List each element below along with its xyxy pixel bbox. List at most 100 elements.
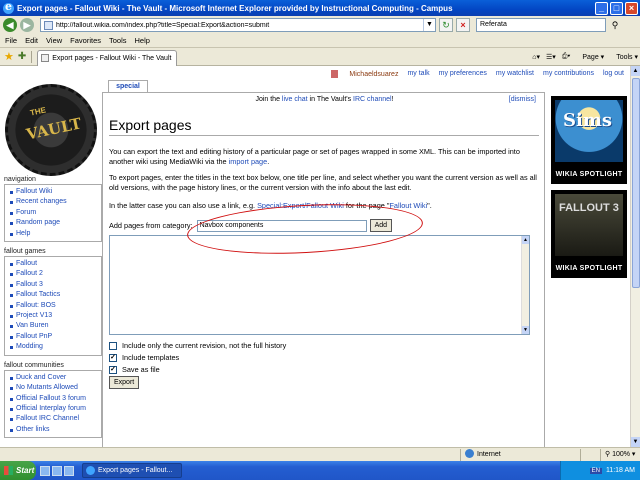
scroll-down-icon[interactable]: ▼ (631, 437, 640, 447)
sidebar-item-official-fallout-3-forum[interactable]: Official Fallout 3 forum (9, 394, 97, 404)
vault-logo[interactable]: THE VAULT (5, 84, 97, 176)
sidebar-item-project-v13[interactable]: Project V13 (9, 311, 97, 321)
sidebar-heading-navigation: navigation (4, 176, 102, 185)
checkbox-current-revision[interactable] (109, 341, 117, 350)
site-notice: Join the live chat in The Vault's IRC ch… (255, 96, 394, 103)
import-page-link[interactable]: import page (229, 157, 268, 166)
quick-launch-icon[interactable] (64, 465, 74, 476)
menu-file[interactable]: File (5, 36, 17, 45)
page-icon (44, 20, 53, 30)
menu-favorites[interactable]: Favorites (70, 36, 101, 45)
tools-menu[interactable]: Tools ▾ (610, 53, 638, 61)
sidebar-item-fallout-irc-channel[interactable]: Fallout IRC Channel (9, 414, 97, 424)
sidebar-item-fallout-tactics[interactable]: Fallout Tactics (9, 290, 97, 300)
tab-export-pages[interactable]: Export pages - Fallout Wiki - The Vault (37, 49, 178, 66)
option-current-revision[interactable]: Include only the current revision, not t… (109, 341, 286, 350)
windows-flag-icon (4, 466, 13, 475)
link-log-out[interactable]: log out (603, 70, 624, 78)
sidebar-item-recent-changes[interactable]: Recent changes (9, 197, 97, 207)
forward-button[interactable]: ▶ (20, 18, 34, 32)
page-menu[interactable]: Page ▾ (576, 53, 604, 61)
link-my-contributions[interactable]: my contributions (543, 70, 594, 78)
favorites-star-icon[interactable]: ★ (4, 50, 14, 63)
fallout3-image: FALLOUT 3 (555, 194, 623, 256)
sidebar-item-fallout-wiki[interactable]: Fallout Wiki (9, 187, 97, 197)
print-icon[interactable]: ⎙▾ (562, 53, 571, 61)
page-scrollbar[interactable]: ▲ ▼ (630, 66, 640, 447)
window-title: Export pages - Fallout Wiki - The Vault … (17, 3, 453, 13)
sidebar: navigation Fallout Wiki Recent changes F… (4, 170, 102, 439)
menu-view[interactable]: View (46, 36, 62, 45)
clock: 11:18 AM (605, 467, 635, 474)
scroll-up-icon[interactable]: ▲ (522, 236, 529, 244)
spotlight-caption: WIKIA SPOTLIGHT (555, 265, 623, 272)
checkbox-include-templates[interactable]: ✓ (109, 353, 117, 362)
system-tray: EN 11:18 AM (560, 461, 640, 480)
sidebar-item-fallout-pnp[interactable]: Fallout PnP (9, 332, 97, 342)
sidebar-item-help[interactable]: Help (9, 229, 97, 239)
minimize-icon[interactable]: _ (595, 1, 608, 15)
sidebar-item-duck-and-cover[interactable]: Duck and Cover (9, 373, 97, 383)
refresh-icon[interactable]: ↻ (439, 18, 453, 32)
content-area: Join the live chat in The Vault's IRC ch… (102, 92, 545, 447)
close-icon[interactable]: × (625, 1, 638, 15)
option-save-as-file[interactable]: ✓ Save as file (109, 365, 160, 374)
sidebar-item-forum[interactable]: Forum (9, 208, 97, 218)
sidebar-item-modding[interactable]: Modding (9, 342, 97, 352)
sidebar-item-no-mutants-allowed[interactable]: No Mutants Allowed (9, 383, 97, 393)
search-icon[interactable]: ⚲ (608, 18, 622, 32)
export-button[interactable]: Export (109, 376, 140, 389)
maximize-icon[interactable]: □ (610, 1, 623, 15)
wikia-spotlight-sims[interactable]: Sims WIKIA SPOTLIGHT (551, 96, 627, 184)
sidebar-item-other-links[interactable]: Other links (9, 425, 97, 435)
title-divider (109, 135, 539, 136)
address-row: ◀ ▶ http://fallout.wikia.com/index.php?t… (0, 16, 640, 34)
menu-help[interactable]: Help (135, 36, 150, 45)
home-icon[interactable]: ⌂▾ (532, 53, 540, 61)
menu-tools[interactable]: Tools (109, 36, 127, 45)
menu-edit[interactable]: Edit (25, 36, 38, 45)
zoom-control[interactable]: ⚲ 100% ▾ (600, 448, 640, 461)
chevron-down-icon[interactable]: ▼ (423, 19, 435, 31)
sidebar-item-random-page[interactable]: Random page (9, 218, 97, 228)
dismiss-link[interactable]: [dismiss] (509, 96, 536, 103)
address-url[interactable]: http://fallout.wikia.com/index.php?title… (56, 22, 423, 29)
quick-launch-icon[interactable] (40, 465, 50, 476)
feeds-icon[interactable]: ☰▾ (546, 53, 556, 61)
stop-icon[interactable]: × (456, 18, 470, 32)
taskbar-item-export-pages[interactable]: Export pages - Fallout... (82, 463, 182, 478)
protected-mode-icon[interactable] (580, 448, 600, 461)
sidebar-item-fallout-2[interactable]: Fallout 2 (9, 269, 97, 279)
intro-paragraph: You can export the text and editing hist… (109, 147, 520, 167)
quick-launch-icon[interactable] (52, 465, 62, 476)
live-chat-link[interactable]: live chat (282, 96, 308, 103)
link-my-talk[interactable]: my talk (407, 70, 429, 78)
add-favorite-icon[interactable]: ✚ (18, 51, 26, 62)
back-button[interactable]: ◀ (3, 18, 17, 32)
command-bar: ⌂▾ ☰▾ ⎙▾ Page ▾ Tools ▾ (526, 53, 638, 61)
start-button[interactable]: Start (0, 461, 36, 480)
sidebar-item-fallout[interactable]: Fallout (9, 259, 97, 269)
textarea-scrollbar[interactable]: ▲ ▼ (521, 236, 529, 334)
link-my-watchlist[interactable]: my watchlist (496, 70, 534, 78)
user-link[interactable]: Michaeldsuarez (322, 70, 398, 78)
irc-channel-link[interactable]: IRC channel (353, 96, 392, 103)
scroll-down-icon[interactable]: ▼ (522, 326, 529, 334)
address-bar[interactable]: http://fallout.wikia.com/index.php?title… (40, 18, 436, 32)
sidebar-item-official-interplay-forum[interactable]: Official Interplay forum (9, 404, 97, 414)
wikia-spotlight-fallout3[interactable]: FALLOUT 3 WIKIA SPOTLIGHT (551, 190, 627, 278)
language-indicator[interactable]: EN (589, 467, 602, 474)
user-toolbar: Michaeldsuarez my talk my preferences my… (300, 70, 624, 78)
option-include-templates[interactable]: ✓ Include templates (109, 353, 179, 362)
sidebar-item-fallout-bos[interactable]: Fallout: BOS (9, 301, 97, 311)
sidebar-item-fallout-3[interactable]: Fallout 3 (9, 280, 97, 290)
sidebar-item-van-buren[interactable]: Van Buren (9, 321, 97, 331)
quick-launch (40, 465, 76, 476)
scroll-thumb[interactable] (632, 78, 640, 288)
sidebar-heading-fallout-games: fallout games (4, 248, 102, 258)
checkbox-save-as-file[interactable]: ✓ (109, 365, 117, 374)
search-input[interactable]: Referata (476, 18, 606, 32)
link-my-preferences[interactable]: my preferences (439, 70, 487, 78)
ie-icon (3, 0, 14, 14)
scroll-up-icon[interactable]: ▲ (631, 66, 640, 76)
